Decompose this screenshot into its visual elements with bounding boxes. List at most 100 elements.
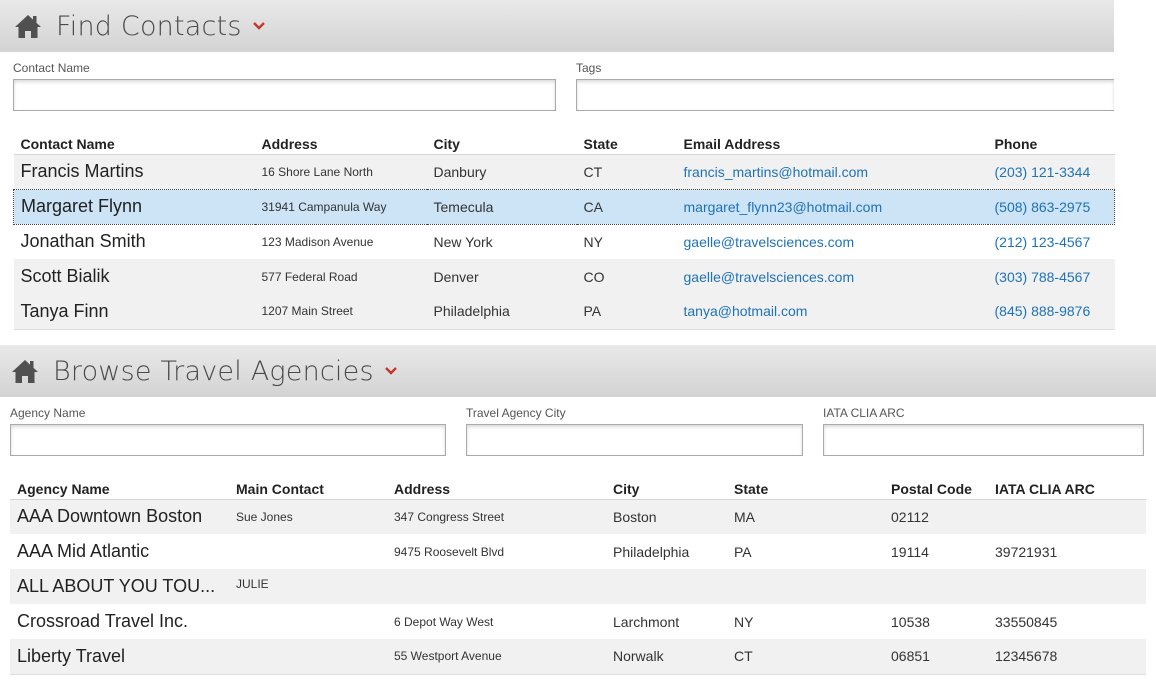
agency-name[interactable]: AAA Mid Atlantic	[10, 534, 229, 569]
home-icon[interactable]	[11, 358, 39, 384]
agency-name[interactable]: Liberty Travel	[10, 639, 229, 675]
column-header[interactable]: Phone	[987, 130, 1115, 155]
contact-email-link[interactable]: gaelle@travelsciences.com	[677, 224, 988, 259]
contact-name[interactable]: Scott Bialik	[13, 259, 255, 294]
contact-name[interactable]: Jonathan Smith	[14, 224, 255, 259]
contact-address: 123 Madison Avenue	[261, 234, 374, 249]
column-header[interactable]: State	[727, 475, 884, 500]
contact-state: NY	[583, 233, 603, 250]
contact-phone-link[interactable]: (203) 121-3344	[987, 154, 1115, 189]
agency-row[interactable]: Liberty Travel 55 Westport Avenue Norwal…	[10, 639, 1146, 675]
agency-city-label: Travel Agency City	[466, 406, 566, 420]
column-header[interactable]: IATA CLIA ARC	[988, 475, 1146, 500]
iata-filter: IATA CLIA ARC	[823, 406, 1144, 456]
agency-city	[606, 569, 727, 604]
agency-address: 347 Congress Street	[387, 499, 606, 534]
contact-email-link[interactable]: gaelle@travelsciences.com	[676, 259, 988, 294]
contacts-table: Contact Name Address City State Email Ad…	[13, 130, 1115, 330]
column-header[interactable]: Address	[387, 475, 606, 500]
contact-phone-link[interactable]: (212) 123-4567	[988, 224, 1115, 259]
agency-row[interactable]: ALL ABOUT YOU TOU... JULIE	[10, 569, 1146, 604]
agency-name[interactable]: AAA Downtown Boston	[10, 499, 229, 534]
agency-postal-code: 10538	[891, 613, 930, 630]
tags-filter: Tags	[576, 61, 1114, 111]
agency-city: Boston	[606, 499, 727, 534]
agencies-header-row: Agency Name Main Contact Address City St…	[10, 475, 1146, 500]
agency-name-input[interactable]	[10, 424, 446, 456]
iata-input[interactable]	[823, 424, 1144, 456]
section-title: Browse Travel Agencies	[53, 355, 374, 387]
agencies-table: Agency Name Main Contact Address City St…	[10, 475, 1146, 675]
contact-phone-link[interactable]: (508) 863-2975	[987, 188, 1115, 225]
column-header[interactable]: State	[576, 130, 677, 155]
column-header[interactable]: Email Address	[676, 130, 988, 155]
home-icon[interactable]	[14, 13, 42, 39]
column-header[interactable]: City	[606, 475, 727, 500]
browse-agencies-header: Browse Travel Agencies	[0, 345, 1156, 397]
contact-address: 31941 Campanula Way	[254, 188, 427, 225]
contact-phone-link[interactable]: (303) 788-4567	[987, 259, 1115, 294]
agency-postal-code: 06851	[884, 639, 988, 675]
contact-row[interactable]: Tanya Finn 1207 Main Street Philadelphia…	[13, 294, 1115, 330]
tags-input[interactable]	[576, 79, 1114, 111]
contact-phone-link[interactable]: (845) 888-9876	[987, 294, 1115, 330]
agency-state: NY	[734, 613, 754, 630]
agency-name-label: Agency Name	[10, 406, 86, 420]
agency-iata: 33550845	[995, 613, 1058, 630]
chevron-down-icon[interactable]	[384, 366, 398, 376]
agency-main-contact: JULIE	[229, 569, 387, 604]
contact-address: 1207 Main Street	[254, 294, 427, 330]
agency-main-contact	[229, 604, 387, 639]
agency-iata: 12345678	[988, 639, 1146, 675]
column-header[interactable]: Postal Code	[884, 475, 988, 500]
agency-city-input[interactable]	[466, 424, 803, 456]
agency-row[interactable]: AAA Mid Atlantic 9475 Roosevelt Blvd Phi…	[10, 534, 1146, 569]
agency-name[interactable]: ALL ABOUT YOU TOU...	[10, 569, 229, 604]
agency-name[interactable]: Crossroad Travel Inc.	[10, 604, 229, 639]
contact-city: Danbury	[426, 154, 577, 189]
contact-email-link[interactable]: francis_martins@hotmail.com	[676, 154, 988, 189]
agency-row[interactable]: AAA Downtown Boston Sue Jones 347 Congre…	[10, 499, 1146, 534]
contact-address: 577 Federal Road	[254, 259, 427, 294]
column-header[interactable]: Main Contact	[229, 475, 387, 500]
contact-email-link[interactable]: margaret_flynn23@hotmail.com	[676, 188, 988, 225]
agency-postal-code: 02112	[884, 499, 988, 534]
contact-city: Denver	[426, 259, 577, 294]
contact-row[interactable]: Scott Bialik 577 Federal Road Denver CO …	[13, 259, 1115, 294]
iata-label: IATA CLIA ARC	[823, 406, 905, 420]
contact-city: Philadelphia	[426, 294, 577, 330]
column-header[interactable]: Agency Name	[10, 475, 229, 500]
contact-name[interactable]: Tanya Finn	[13, 294, 255, 330]
contact-state: CO	[576, 259, 677, 294]
agency-state: CT	[727, 639, 884, 675]
agency-state	[727, 569, 884, 604]
tags-label: Tags	[576, 61, 602, 75]
contact-state: CA	[576, 188, 677, 225]
agency-postal-code	[884, 569, 988, 604]
column-header[interactable]: City	[426, 130, 577, 155]
contact-row[interactable]: Francis Martins 16 Shore Lane North Danb…	[13, 154, 1115, 189]
contact-state: CT	[576, 154, 677, 189]
chevron-down-icon[interactable]	[252, 21, 266, 31]
agency-row[interactable]: Crossroad Travel Inc. 6 Depot Way West L…	[10, 604, 1146, 639]
contact-name-input[interactable]	[13, 79, 556, 111]
agency-name-filter: Agency Name	[10, 406, 446, 456]
contact-name[interactable]: Margaret Flynn	[13, 188, 255, 225]
find-contacts-section: Find Contacts Contact Name Tags Contact …	[0, 0, 1115, 330]
column-header[interactable]: Address	[254, 130, 427, 155]
contact-email-link[interactable]: tanya@hotmail.com	[676, 294, 988, 330]
contact-row-selected[interactable]: Margaret Flynn 31941 Campanula Way Temec…	[13, 188, 1115, 225]
agency-city: Philadelphia	[613, 543, 690, 560]
agency-state: MA	[727, 499, 884, 534]
agency-address	[387, 569, 606, 604]
agency-address: 55 Westport Avenue	[387, 639, 606, 675]
contact-city: New York	[433, 233, 493, 250]
find-contacts-header: Find Contacts	[0, 0, 1114, 52]
contact-name[interactable]: Francis Martins	[13, 154, 255, 189]
agency-iata	[988, 499, 1146, 534]
agency-state: PA	[734, 543, 752, 560]
contact-filters: Contact Name Tags	[0, 52, 1114, 130]
contact-address: 16 Shore Lane North	[254, 154, 427, 189]
contact-row[interactable]: Jonathan Smith 123 Madison Avenue New Yo…	[14, 224, 1115, 259]
column-header[interactable]: Contact Name	[13, 130, 255, 155]
